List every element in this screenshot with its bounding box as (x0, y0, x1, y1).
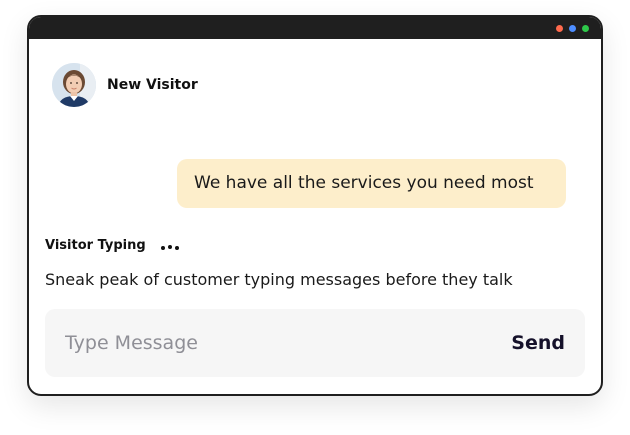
message-bubble: We have all the services you need most (177, 159, 566, 208)
chat-window: New Visitor We have all the services you… (27, 15, 603, 396)
send-button[interactable]: Send (511, 309, 565, 377)
visitor-name: New Visitor (107, 77, 198, 93)
visitor-avatar (52, 63, 96, 107)
message-composer: Send (45, 309, 585, 377)
close-window-icon[interactable] (556, 25, 563, 32)
typing-dots-icon (161, 245, 185, 251)
typing-preview-text: Sneak peak of customer typing messages b… (45, 270, 513, 289)
maximize-window-icon[interactable] (582, 25, 589, 32)
avatar-portrait-icon (52, 63, 96, 107)
message-input[interactable] (45, 309, 465, 377)
window-titlebar (29, 17, 601, 39)
minimize-window-icon[interactable] (569, 25, 576, 32)
typing-status-label: Visitor Typing (45, 238, 146, 253)
